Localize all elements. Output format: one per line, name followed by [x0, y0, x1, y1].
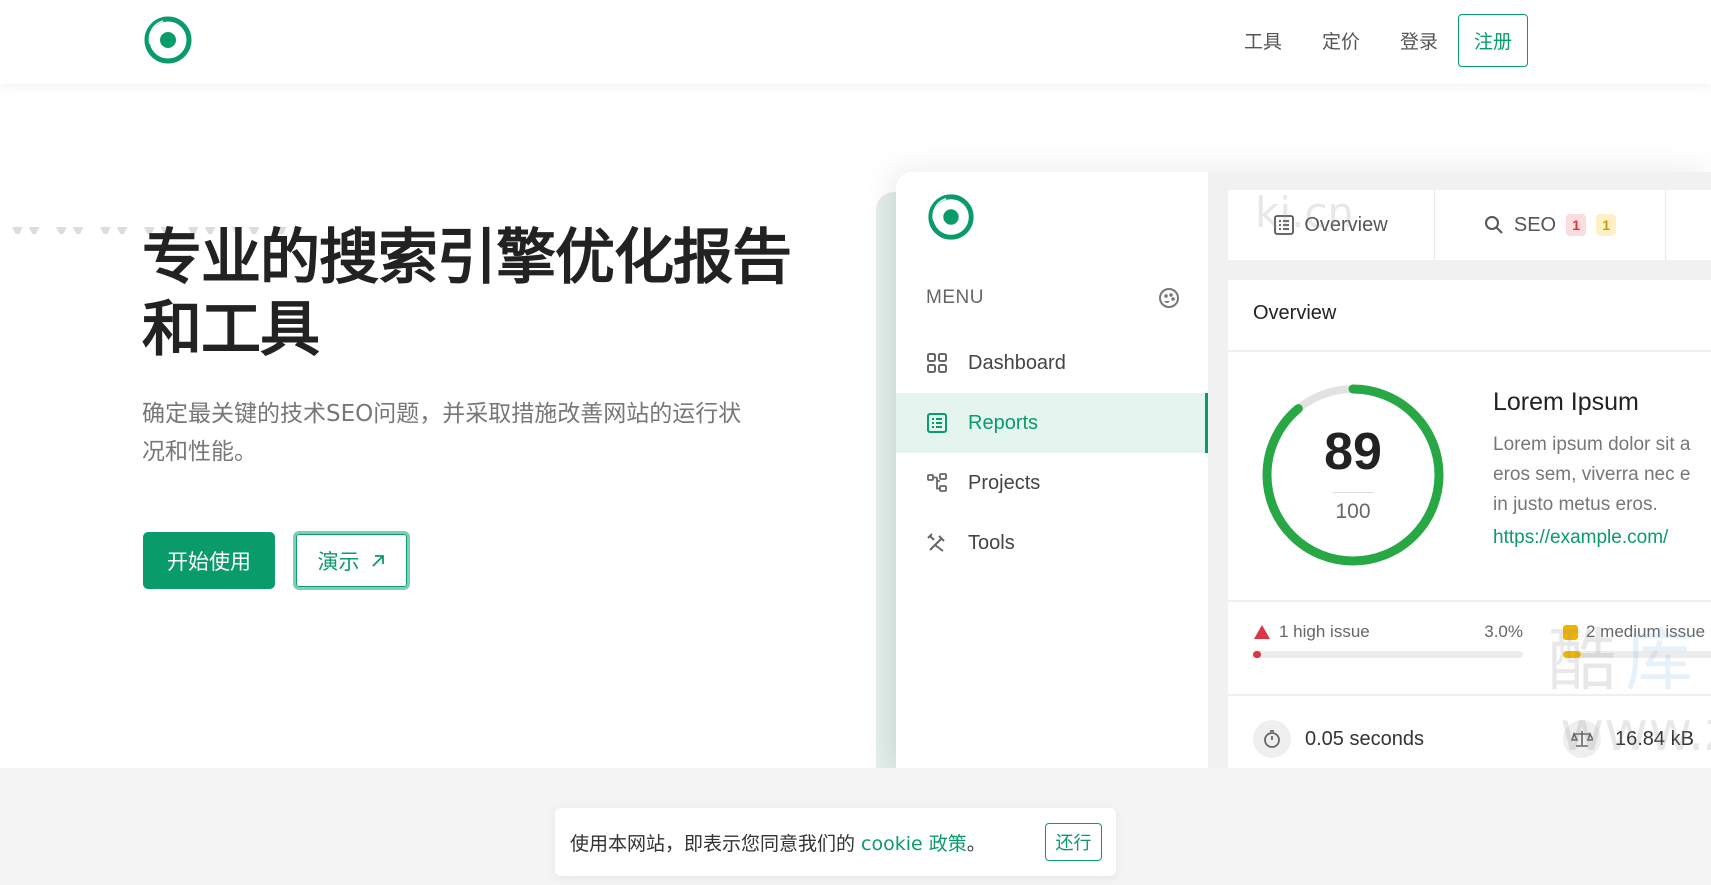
site-title: Lorem Ipsum: [1493, 388, 1639, 416]
hero-title-line: 专业的搜索引擎优化报告: [142, 223, 792, 293]
hero-title: 专业的搜索引擎优化报告 和工具: [142, 222, 842, 366]
issue-progress: [1563, 651, 1711, 658]
menu-label: MENU: [926, 287, 984, 308]
nav-login[interactable]: 登录: [1400, 27, 1438, 54]
demo-label: 演示: [317, 549, 360, 574]
issue-percent: 3.0%: [1484, 622, 1523, 641]
issue-label: 2 medium issue: [1586, 622, 1706, 641]
site-header: 工具 定价 登录 注册: [0, 0, 1711, 84]
cookie-accept-button[interactable]: 还行: [1045, 823, 1102, 861]
site-description: Lorem ipsum dolor sit a eros sem, viverr…: [1493, 430, 1711, 520]
signup-button[interactable]: 注册: [1457, 13, 1528, 67]
tab-overview[interactable]: Overview: [1228, 190, 1435, 260]
stat-value: 16.84 kB: [1615, 727, 1694, 750]
list-icon: [926, 412, 948, 434]
scale-icon: [1563, 720, 1601, 758]
page-size-stat: 16.84 kB: [1563, 720, 1694, 758]
divider: [1228, 694, 1711, 696]
brand-logo[interactable]: [142, 14, 194, 66]
cookie-policy-link[interactable]: cookie 政策: [861, 833, 967, 855]
grid-icon: [926, 352, 948, 374]
score-separator: [1332, 492, 1374, 493]
warning-square-icon: [1563, 624, 1578, 640]
site-url-link[interactable]: https://example.com/: [1493, 527, 1668, 549]
score-gauge: 89 100: [1260, 382, 1446, 568]
desc-line: Lorem ipsum dolor sit a: [1493, 434, 1691, 455]
warning-triangle-icon: [1254, 625, 1270, 639]
app-mockup: MENU Dashboard Reports Projects Tools Ov…: [896, 172, 1711, 768]
sidebar-item-reports[interactable]: Reports: [896, 393, 1208, 453]
search-icon: [1484, 216, 1503, 234]
issue-progress-fill: [1253, 651, 1262, 658]
divider: [1228, 600, 1711, 602]
stopwatch-icon: [1253, 720, 1291, 758]
divider: [1228, 350, 1711, 352]
issue-progress-fill: [1563, 651, 1581, 658]
demo-button[interactable]: 演示: [293, 531, 410, 590]
nav-tools[interactable]: 工具: [1244, 27, 1282, 54]
sidebar-item-label: Reports: [968, 411, 1039, 434]
cookie-suffix: 。: [966, 832, 986, 855]
overview-card: Overview 89 100 Lorem Ipsum Lorem ipsum …: [1228, 280, 1711, 768]
issue-label: 1 high issue: [1279, 622, 1370, 641]
report-tabs: Overview SEO 1 1: [1228, 190, 1711, 260]
hero-subtitle-line: 确定最关键的技术SEO问题，并采取措施改善网站的运行状: [142, 401, 742, 427]
desc-line: in justo metus eros.: [1493, 494, 1658, 515]
cookie-message: 使用本网站，即表示您同意我们的 cookie 政策。: [570, 829, 986, 856]
cookie-banner: 使用本网站，即表示您同意我们的 cookie 政策。 还行: [555, 808, 1116, 876]
card-title: Overview: [1253, 302, 1337, 324]
sidebar-item-dashboard[interactable]: Dashboard: [896, 333, 1208, 393]
medium-issue-badge: 1: [1596, 214, 1617, 236]
tab-label: Overview: [1304, 213, 1388, 236]
tools-icon: [926, 532, 948, 554]
nav-pricing[interactable]: 定价: [1322, 27, 1360, 54]
cookie-text: 使用本网站，即表示您同意我们的: [570, 832, 862, 855]
arrow-up-right-icon: [371, 554, 384, 567]
hero-subtitle-line: 况和性能。: [142, 439, 257, 465]
load-time-stat: 0.05 seconds: [1253, 720, 1424, 758]
sidebar-item-label: Tools: [968, 531, 1015, 554]
hero-subtitle: 确定最关键的技术SEO问题，并采取措施改善网站的运行状 况和性能。: [142, 395, 802, 471]
sidebar-item-label: Dashboard: [968, 351, 1066, 374]
tab-label: SEO: [1513, 213, 1557, 236]
list-icon: [1274, 215, 1295, 235]
sidebar-item-projects[interactable]: Projects: [896, 453, 1208, 513]
start-button[interactable]: 开始使用: [143, 532, 275, 589]
sidebar-item-tools[interactable]: Tools: [896, 513, 1208, 573]
theme-palette-icon[interactable]: [1158, 287, 1180, 309]
app-logo: [928, 194, 974, 240]
medium-issue: 2 medium issue: [1563, 622, 1711, 658]
tab-seo[interactable]: SEO 1 1: [1435, 190, 1666, 260]
score-value: 89: [1324, 423, 1382, 481]
high-issue: 1 high issue 3.0%: [1253, 622, 1523, 658]
hero-title-line: 和工具: [142, 295, 320, 365]
high-issue-badge: 1: [1566, 214, 1587, 236]
app-sidebar: MENU Dashboard Reports Projects Tools: [896, 172, 1208, 768]
score-max: 100: [1335, 500, 1371, 523]
tree-icon: [926, 472, 948, 494]
desc-line: eros sem, viverra nec e: [1493, 464, 1691, 485]
main-nav: 工具 定价 登录 注册: [1244, 13, 1528, 67]
issue-progress: [1253, 651, 1523, 658]
sidebar-item-label: Projects: [968, 471, 1041, 494]
stat-value: 0.05 seconds: [1305, 727, 1424, 750]
